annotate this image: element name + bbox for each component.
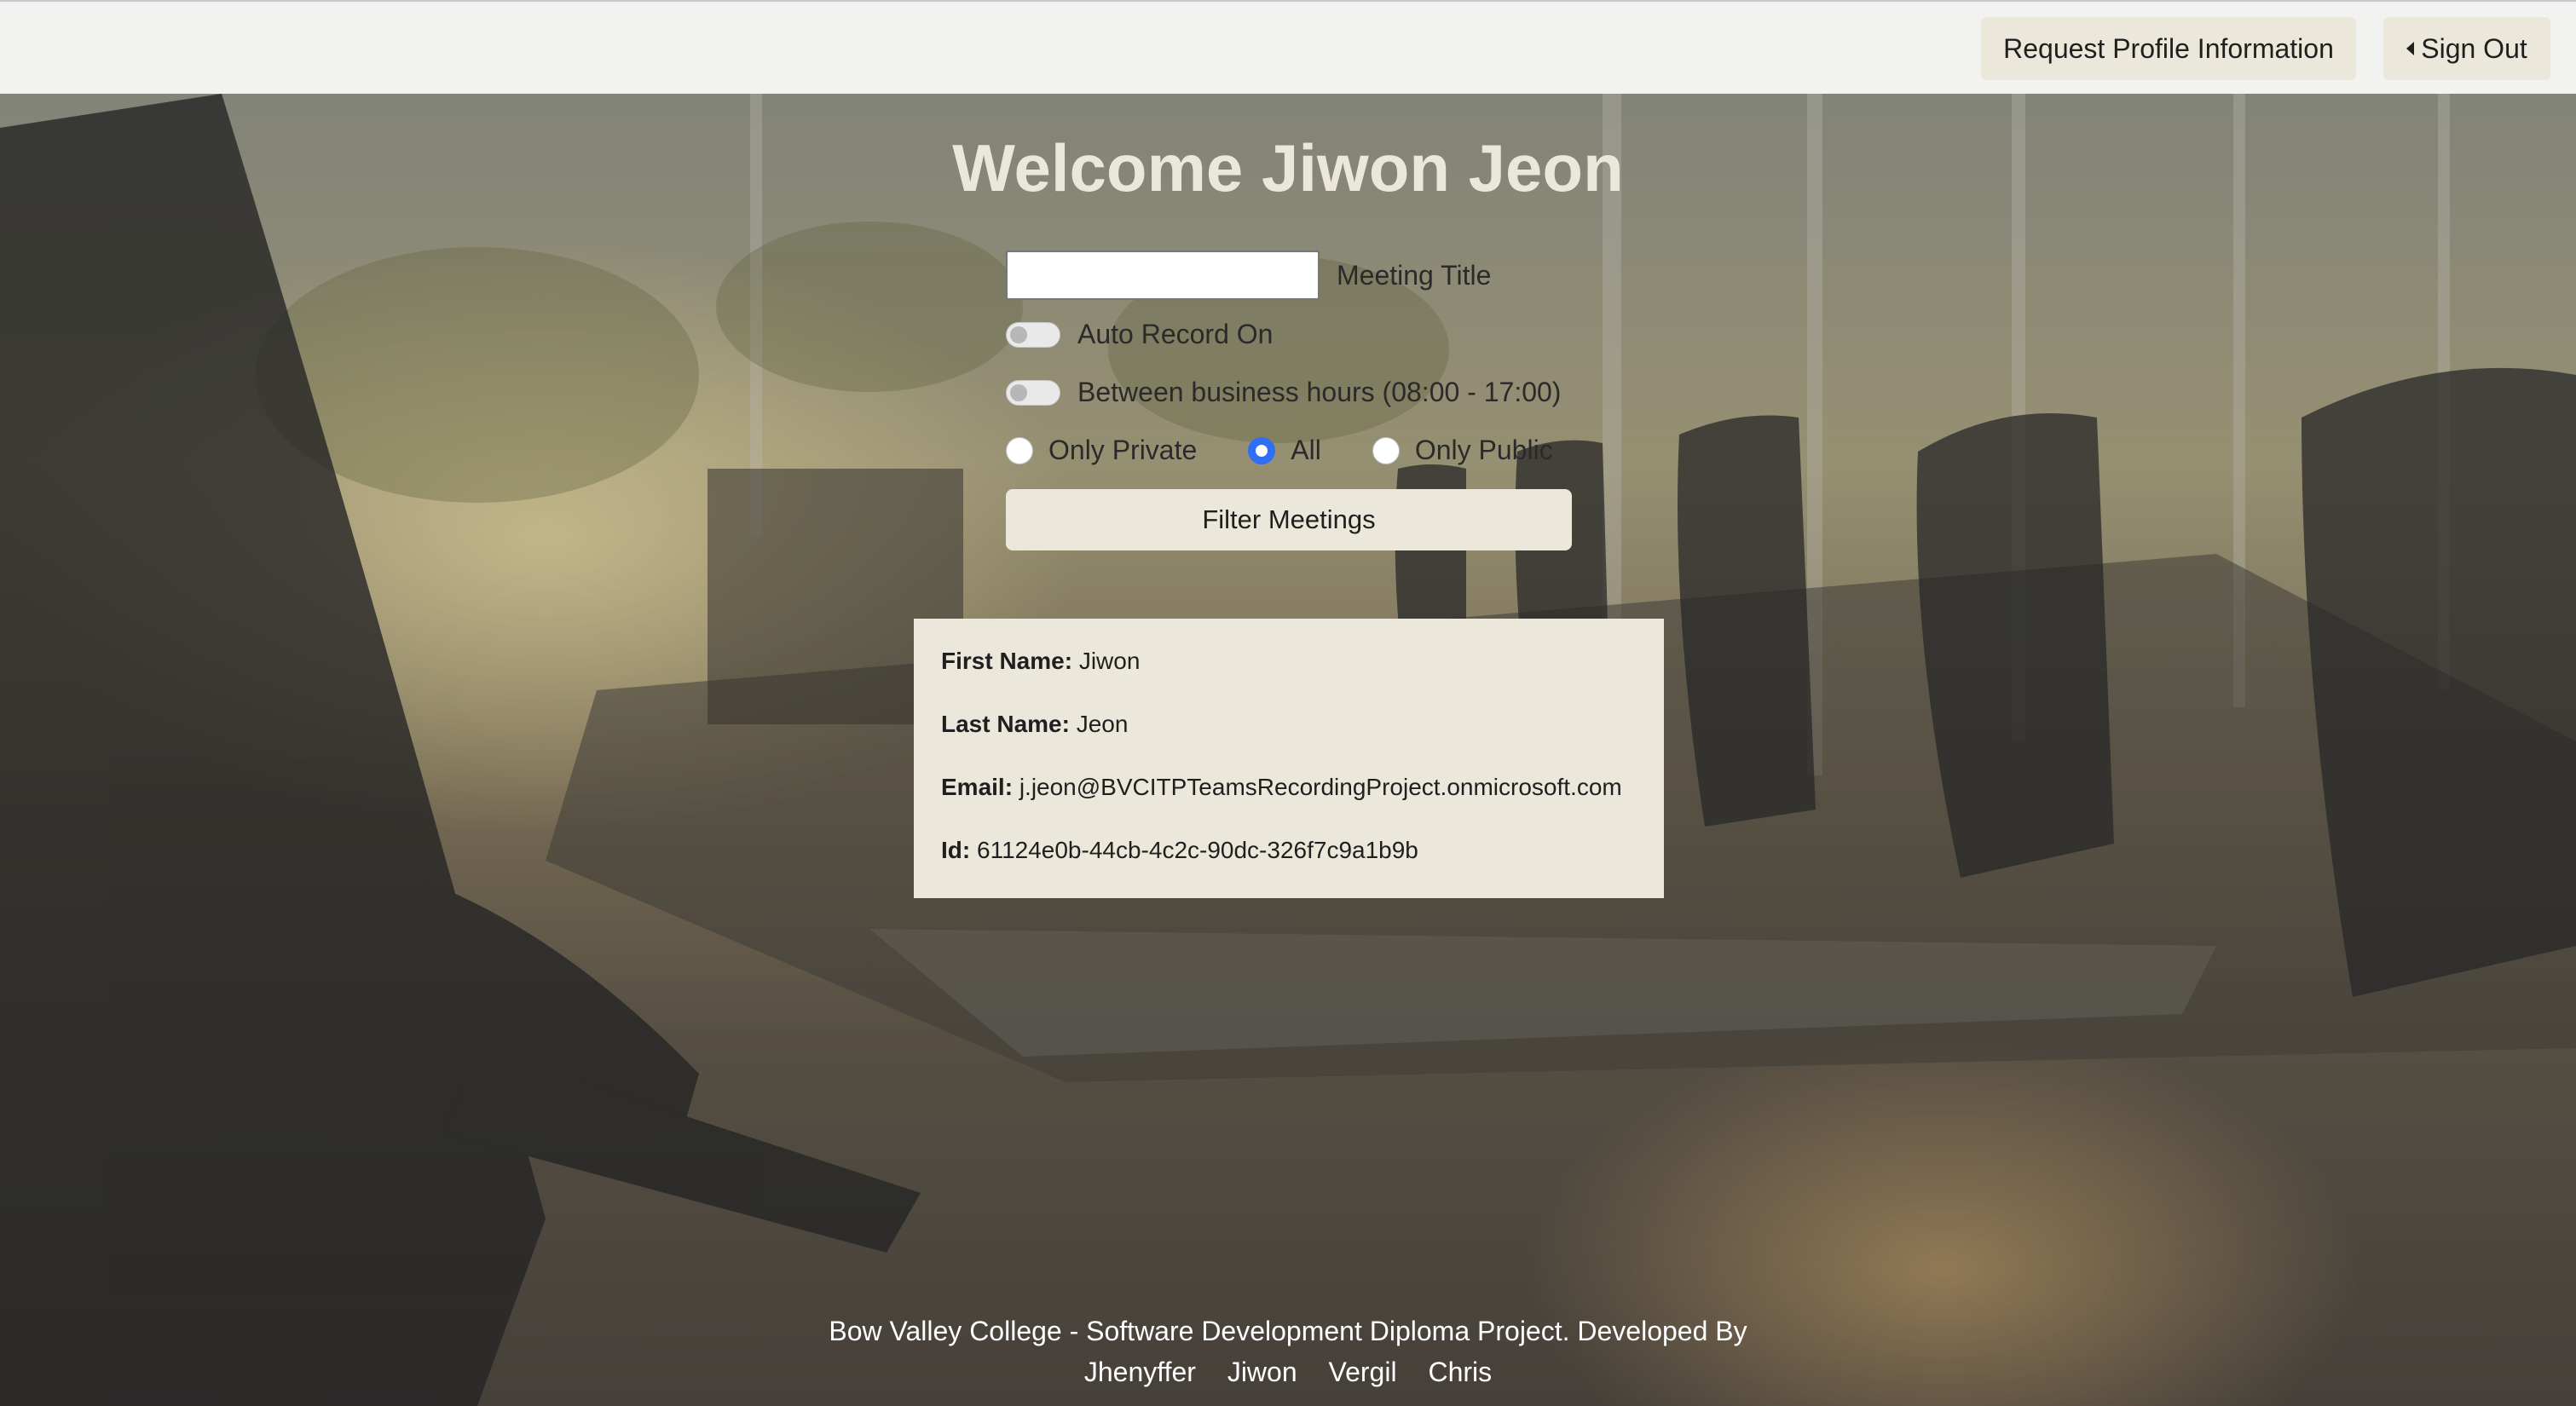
footer-developers: Jhenyffer Jiwon Vergil Chris <box>0 1351 2576 1392</box>
top-nav-bar: Request Profile Information Sign Out <box>0 0 2576 94</box>
radio-only-private[interactable] <box>1006 436 1033 464</box>
first-name-value: Jiwon <box>1078 648 1141 674</box>
last-name-value: Jeon <box>1076 711 1129 737</box>
filter-meetings-button[interactable]: Filter Meetings <box>1006 489 1572 550</box>
request-profile-label: Request Profile Information <box>2003 32 2334 64</box>
profile-email: Email: j.jeon@BVCITPTeamsRecordingProjec… <box>941 774 1622 801</box>
meeting-title-row: Meeting Title <box>1006 251 1491 300</box>
first-name-label: First Name: <box>941 648 1073 674</box>
business-hours-label: Between business hours (08:00 - 17:00) <box>1077 377 1562 407</box>
footer-credit: Bow Valley College - Software Developmen… <box>829 1316 1747 1346</box>
developer-name: Jhenyffer <box>1083 1357 1196 1387</box>
business-hours-toggle[interactable] <box>1006 379 1060 406</box>
profile-info-card: First Name: Jiwon Last Name: Jeon Email:… <box>914 619 1664 898</box>
radio-all[interactable] <box>1248 436 1276 464</box>
request-profile-button[interactable]: Request Profile Information <box>1981 17 2356 80</box>
developer-name: Vergil <box>1328 1357 1397 1387</box>
radio-only-public[interactable] <box>1372 436 1400 464</box>
sign-out-label: Sign Out <box>2421 32 2527 64</box>
radio-only-private-label: Only Private <box>1048 435 1198 465</box>
email-value: j.jeon@BVCITPTeamsRecordingProject.onmic… <box>1019 774 1622 800</box>
id-value: 61124e0b-44cb-4c2c-90dc-326f7c9a1b9b <box>977 837 1418 863</box>
developer-name: Jiwon <box>1227 1357 1297 1387</box>
meeting-title-label: Meeting Title <box>1337 259 1492 291</box>
auto-record-toggle[interactable] <box>1006 321 1060 348</box>
auto-record-label: Auto Record On <box>1077 319 1274 349</box>
last-name-label: Last Name: <box>941 711 1070 737</box>
auto-record-row: Auto Record On <box>1006 319 1273 350</box>
toggle-knob <box>1010 383 1027 401</box>
welcome-heading: Welcome Jiwon Jeon <box>952 130 1624 205</box>
meeting-title-input[interactable] <box>1006 251 1320 300</box>
profile-id: Id: 61124e0b-44cb-4c2c-90dc-326f7c9a1b9b <box>941 837 1418 864</box>
radio-selected-dot <box>1256 444 1268 457</box>
profile-last-name: Last Name: Jeon <box>941 711 1128 738</box>
footer: Bow Valley College - Software Developmen… <box>0 1311 2576 1392</box>
sign-out-button[interactable]: Sign Out <box>2383 17 2550 80</box>
caret-left-icon <box>2406 42 2415 55</box>
visibility-radio-group: Only Private All Only Public <box>1006 435 1553 466</box>
radio-only-public-label: Only Public <box>1414 435 1553 465</box>
business-hours-row: Between business hours (08:00 - 17:00) <box>1006 377 1561 408</box>
profile-first-name: First Name: Jiwon <box>941 648 1140 675</box>
toggle-knob <box>1010 326 1027 343</box>
radio-all-label: All <box>1291 435 1321 465</box>
email-label: Email: <box>941 774 1014 800</box>
id-label: Id: <box>941 837 971 863</box>
developer-name: Chris <box>1428 1357 1493 1387</box>
